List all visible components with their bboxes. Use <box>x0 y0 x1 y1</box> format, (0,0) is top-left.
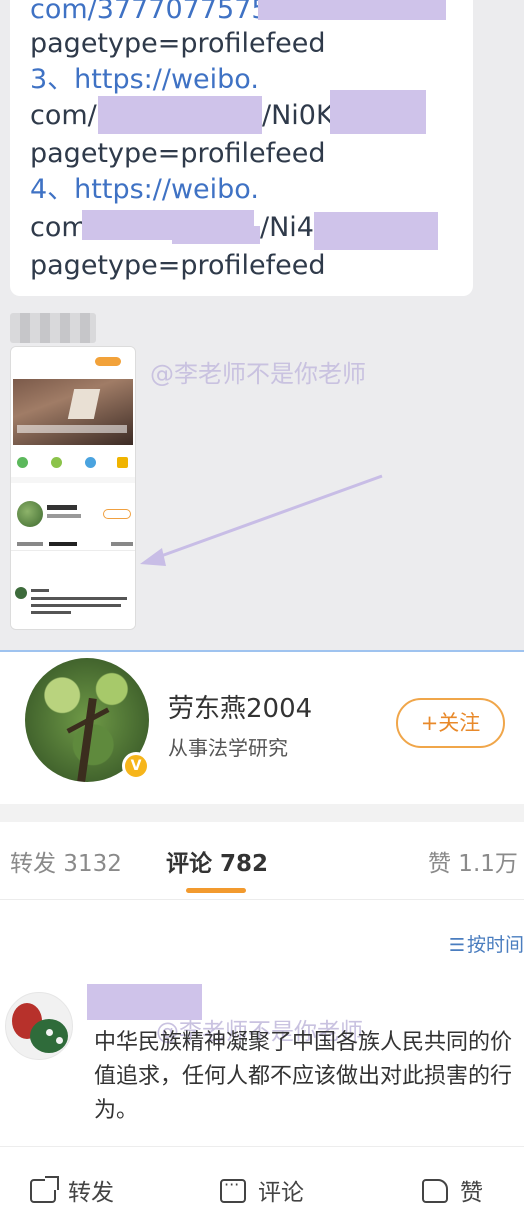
mini-avatar <box>17 501 43 527</box>
link-text[interactable]: 4、https://weibo. <box>30 174 259 206</box>
avatar-dot <box>56 1037 63 1044</box>
link-text[interactable]: /Ni0K <box>262 100 334 132</box>
wechat-icon <box>17 457 28 468</box>
mini-comment-avatar <box>15 587 27 599</box>
like-label: 赞 <box>460 1180 483 1206</box>
redaction-block <box>98 96 262 134</box>
commenter-avatar[interactable] <box>5 992 73 1060</box>
sort-toggle[interactable]: ☰ 按时间 <box>449 930 524 957</box>
comment-text: 中华民族精神凝聚了中国各族人民共同的价值追求，任何人都不应该做出对此损害的行为。 <box>94 1030 513 1123</box>
link-text[interactable]: com/ <box>30 100 97 132</box>
profile-card: V 劳东燕2004 从事法学研究 +关注 <box>0 654 524 804</box>
like-button[interactable]: 赞 <box>422 1173 483 1207</box>
comment-button[interactable]: 评论 <box>220 1173 304 1207</box>
active-tab-indicator <box>186 888 246 893</box>
user-description: 从事法学研究 <box>168 736 288 760</box>
mini-name <box>47 505 77 510</box>
mini-badge <box>95 357 121 366</box>
mini-book-photo <box>13 379 133 445</box>
mini-share-icons <box>11 453 135 473</box>
comment-label: 评论 <box>258 1180 304 1206</box>
mini-tab <box>49 542 77 546</box>
share-icon <box>30 1176 59 1203</box>
avatar-dot <box>46 1029 53 1036</box>
mini-desc <box>47 514 81 518</box>
mini-follow-card <box>11 483 135 583</box>
watermark: @李老师不是你老师 <box>150 360 366 388</box>
comment-icon <box>220 1175 246 1203</box>
moments-icon <box>51 457 62 468</box>
mini-line <box>31 611 71 614</box>
link-fragment[interactable]: com/3777077575 <box>30 0 269 26</box>
share-label: 转发 <box>68 1180 114 1206</box>
link-text[interactable]: com <box>30 212 88 244</box>
verified-icon: V <box>122 752 150 780</box>
action-bar: 转发 评论 赞 <box>0 1146 524 1206</box>
redaction-block <box>314 212 438 250</box>
chat-area: com/3777077575 pagetype=profilefeed 3、ht… <box>0 0 524 652</box>
link-text[interactable]: pagetype=profilefeed <box>30 138 326 170</box>
link-text[interactable]: pagetype=profilefeed <box>30 28 326 60</box>
mini-tab <box>111 542 133 546</box>
tree-trunk <box>77 697 97 782</box>
mini-line <box>31 589 49 592</box>
mini-line <box>31 604 121 607</box>
qq-icon <box>85 457 96 468</box>
embedded-screenshot[interactable] <box>10 346 136 630</box>
sort-label: 按时间 <box>466 934 524 956</box>
mini-line <box>31 597 127 600</box>
sort-icon: ☰ <box>448 935 465 956</box>
avatar-shape <box>30 1019 68 1053</box>
thumbs-up-icon <box>422 1179 448 1203</box>
link-text[interactable]: 3、https://weibo. <box>30 64 259 96</box>
redaction-block <box>172 226 260 244</box>
book-icon <box>67 389 101 419</box>
mini-tab <box>17 542 43 546</box>
arrow-annotation <box>140 474 383 566</box>
section-divider <box>0 804 524 822</box>
blurred-sender-name <box>10 313 96 343</box>
follow-button[interactable]: +关注 <box>396 698 505 748</box>
link-text[interactable]: /Ni4 <box>260 212 314 244</box>
mini-caption <box>17 425 127 433</box>
user-name[interactable]: 劳东燕2004 <box>168 688 312 725</box>
link-text[interactable]: pagetype=profilefeed <box>30 250 326 282</box>
redaction-block <box>258 0 446 20</box>
share-button[interactable]: 转发 <box>30 1173 114 1207</box>
interaction-tabs: 转发 3132 评论 782 赞 1.1万 <box>0 822 524 900</box>
more-icon <box>117 457 128 468</box>
mini-tabs <box>11 537 135 551</box>
tab-likes[interactable]: 赞 1.1万 <box>428 844 518 878</box>
mini-post-card <box>11 347 135 477</box>
redaction-block <box>330 90 426 134</box>
tab-reposts[interactable]: 转发 3132 <box>10 844 122 878</box>
mini-follow-button <box>103 509 131 519</box>
mini-comment <box>11 583 135 629</box>
tab-comments[interactable]: 评论 782 <box>166 844 268 878</box>
